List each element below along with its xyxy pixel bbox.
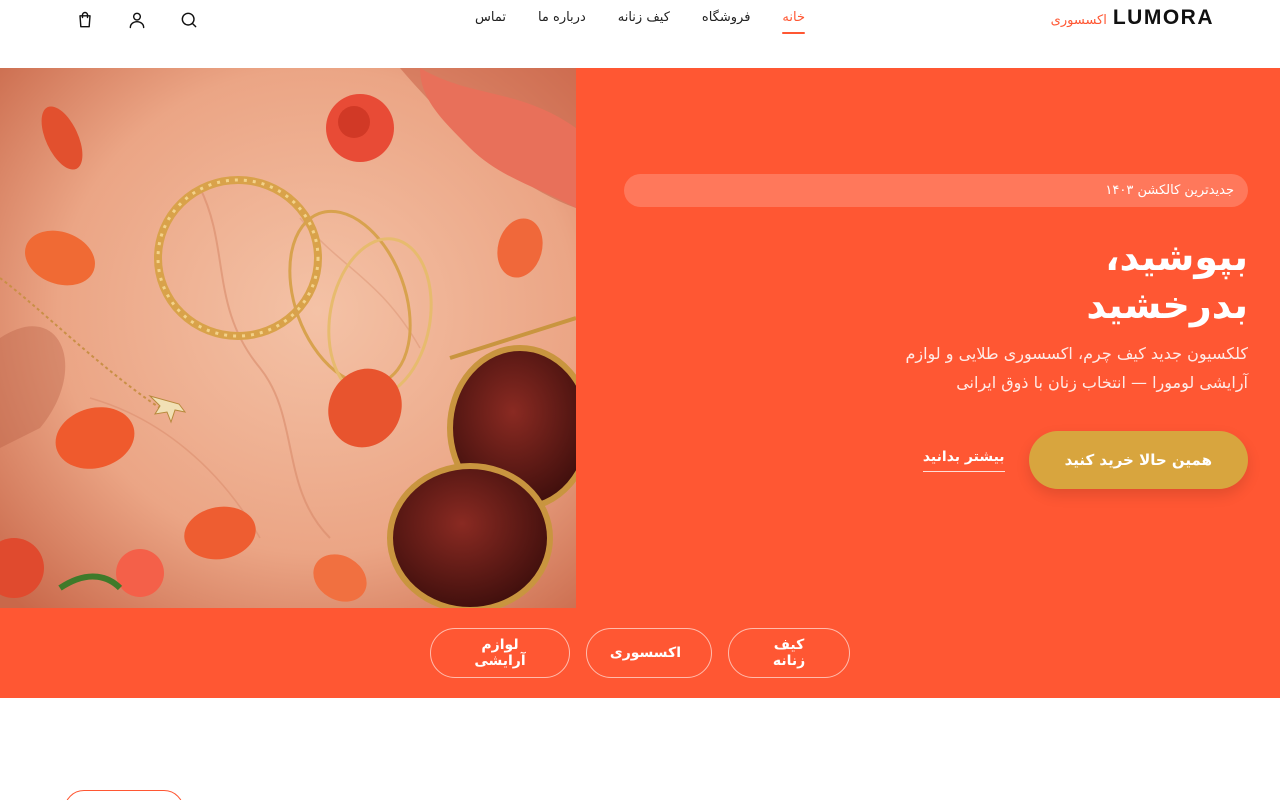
site-header: اکسسوری LUMORA خانه فروشگاه کیف زنانه در…: [0, 0, 1280, 68]
cart-icon: [79, 11, 91, 28]
nav-item-home[interactable]: خانه: [782, 10, 805, 34]
chip-accessories[interactable]: اکسسوری: [586, 628, 712, 678]
hero-cta-row: همین حالا خرید کنید بیشتر بدانید: [624, 431, 1248, 489]
search-button[interactable]: [178, 9, 200, 31]
main-nav: خانه فروشگاه کیف زنانه درباره ما تماس: [475, 10, 805, 34]
chip-cosmetics[interactable]: لوازم آرایشی: [430, 628, 570, 678]
category-chips: کیف زنانه اکسسوری لوازم آرایشی: [0, 628, 1280, 678]
nav-item-contact[interactable]: تماس: [475, 10, 506, 25]
collection-badge: جدیدترین کالکشن ۱۴۰۳: [624, 174, 1248, 207]
nav-item-womens-bags[interactable]: کیف زنانه: [618, 10, 670, 25]
learn-more-link[interactable]: بیشتر بدانید: [922, 449, 1005, 472]
hero-title-line-2: بدرخشید: [1086, 283, 1248, 327]
chip-womens-bags[interactable]: کیف زنانه: [728, 628, 850, 678]
hero-content: جدیدترین کالکشن ۱۴۰۳ بپوشید، بدرخشید کلک…: [624, 174, 1248, 489]
brand-subtitle: اکسسوری: [1050, 13, 1107, 28]
jewelry-photo: [0, 68, 576, 608]
nav-item-about[interactable]: درباره ما: [538, 10, 586, 25]
hero-description: کلکسیون جدید کیف چرم، اکسسوری طلایی و لو…: [905, 344, 1248, 392]
search-icon: [181, 12, 197, 28]
view-all-button[interactable]: [64, 790, 184, 800]
hero-title-line-1: بپوشید،: [1105, 235, 1248, 279]
nav-item-shop[interactable]: فروشگاه: [702, 10, 751, 25]
shop-now-button[interactable]: همین حالا خرید کنید: [1028, 431, 1248, 489]
hero-title: بپوشید، بدرخشید: [624, 233, 1248, 329]
user-icon: [129, 12, 145, 29]
brand-name: LUMORA: [1112, 6, 1214, 29]
hero-banner: جدیدترین کالکشن ۱۴۰۳ بپوشید، بدرخشید کلک…: [0, 68, 1280, 698]
hero-image: [0, 68, 576, 608]
collection-badge-label: جدیدترین کالکشن ۱۴۰۳: [1105, 183, 1234, 198]
header-actions: [74, 9, 200, 31]
cart-button[interactable]: [74, 9, 96, 31]
brand-logo[interactable]: اکسسوری LUMORA: [1051, 6, 1214, 30]
account-button[interactable]: [126, 9, 148, 31]
